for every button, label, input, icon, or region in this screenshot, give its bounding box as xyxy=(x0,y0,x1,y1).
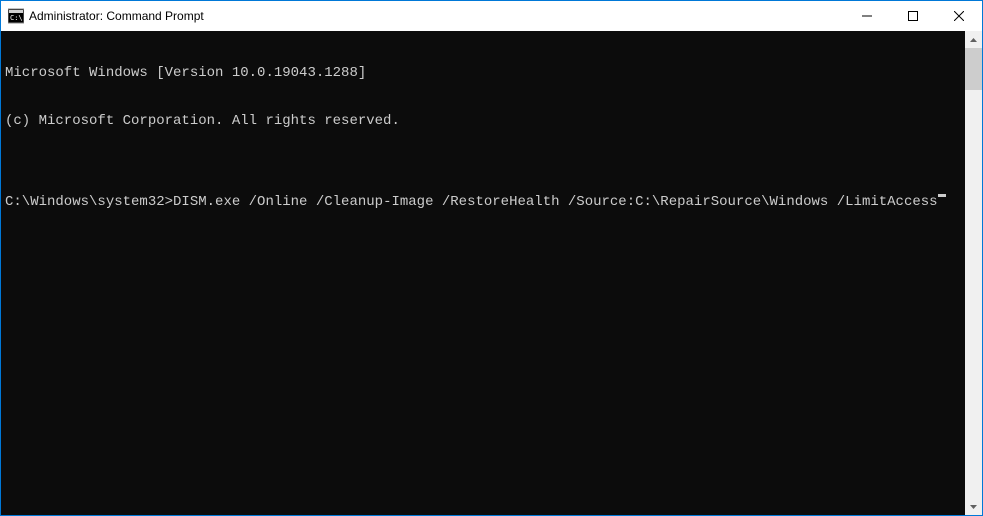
svg-text:C:\: C:\ xyxy=(10,14,23,22)
terminal-area: Microsoft Windows [Version 10.0.19043.12… xyxy=(1,31,982,515)
minimize-button[interactable] xyxy=(844,1,890,31)
command-prompt-window: C:\ Administrator: Command Prompt Micros… xyxy=(0,0,983,516)
terminal-prompt: C:\Windows\system32> xyxy=(5,194,173,210)
window-controls xyxy=(844,1,982,31)
scroll-track[interactable] xyxy=(965,48,982,498)
titlebar[interactable]: C:\ Administrator: Command Prompt xyxy=(1,1,982,31)
scroll-thumb[interactable] xyxy=(965,48,982,90)
cmd-icon: C:\ xyxy=(8,8,24,24)
terminal-output-line: Microsoft Windows [Version 10.0.19043.12… xyxy=(5,65,965,81)
terminal-output-line: (c) Microsoft Corporation. All rights re… xyxy=(5,113,965,129)
terminal-cursor xyxy=(938,194,946,197)
terminal-prompt-line: C:\Windows\system32>DISM.exe /Online /Cl… xyxy=(5,194,965,210)
terminal-command: DISM.exe /Online /Cleanup-Image /Restore… xyxy=(173,194,938,210)
window-title: Administrator: Command Prompt xyxy=(29,9,844,23)
close-button[interactable] xyxy=(936,1,982,31)
scroll-down-button[interactable] xyxy=(965,498,982,515)
scroll-up-button[interactable] xyxy=(965,31,982,48)
vertical-scrollbar[interactable] xyxy=(965,31,982,515)
terminal[interactable]: Microsoft Windows [Version 10.0.19043.12… xyxy=(1,31,965,515)
maximize-button[interactable] xyxy=(890,1,936,31)
